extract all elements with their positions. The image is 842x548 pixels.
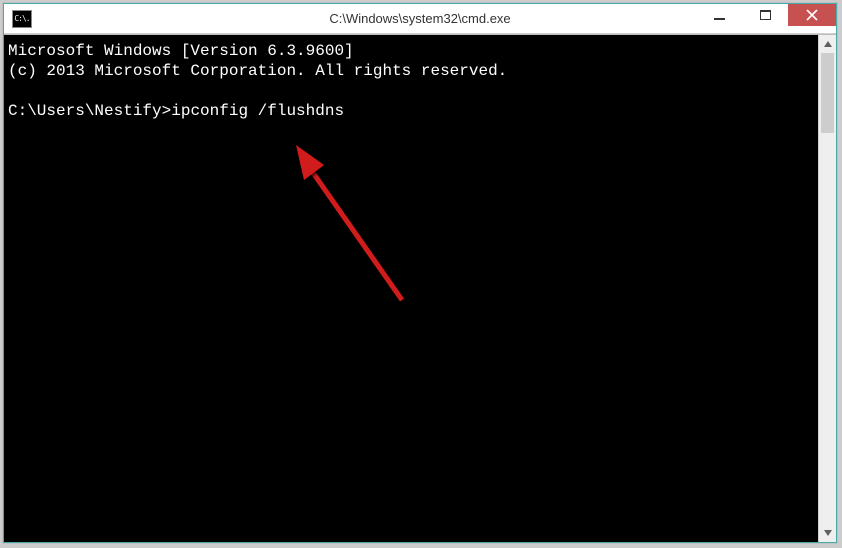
annotation-arrow-icon: [274, 135, 454, 335]
maximize-icon: [760, 10, 771, 21]
scrollbar-thumb[interactable]: [821, 53, 834, 133]
titlebar[interactable]: C:\. C:\Windows\system32\cmd.exe: [4, 4, 836, 34]
console-output[interactable]: Microsoft Windows [Version 6.3.9600] (c)…: [4, 35, 818, 542]
scroll-down-button[interactable]: [819, 524, 836, 542]
close-button[interactable]: [788, 4, 836, 26]
console-line-version: Microsoft Windows [Version 6.3.9600]: [8, 42, 354, 60]
system-menu-icon[interactable]: C:\.: [12, 10, 32, 28]
vertical-scrollbar[interactable]: [818, 35, 836, 542]
scroll-up-button[interactable]: [819, 35, 836, 53]
close-icon: [806, 9, 818, 21]
cmd-window: C:\. C:\Windows\system32\cmd.exe Microso…: [3, 3, 837, 543]
minimize-button[interactable]: [696, 4, 742, 26]
window-controls: [696, 4, 836, 26]
maximize-button[interactable]: [742, 4, 788, 26]
scrollbar-track[interactable]: [819, 53, 836, 524]
client-area: Microsoft Windows [Version 6.3.9600] (c)…: [4, 34, 836, 542]
cmd-icon: C:\.: [14, 14, 29, 23]
console-command-input[interactable]: ipconfig /flushdns: [171, 102, 344, 120]
chevron-up-icon: [824, 41, 832, 47]
minimize-icon: [714, 10, 725, 21]
console-line-copyright: (c) 2013 Microsoft Corporation. All righ…: [8, 62, 507, 80]
chevron-down-icon: [824, 530, 832, 536]
console-prompt: C:\Users\Nestify>: [8, 102, 171, 120]
